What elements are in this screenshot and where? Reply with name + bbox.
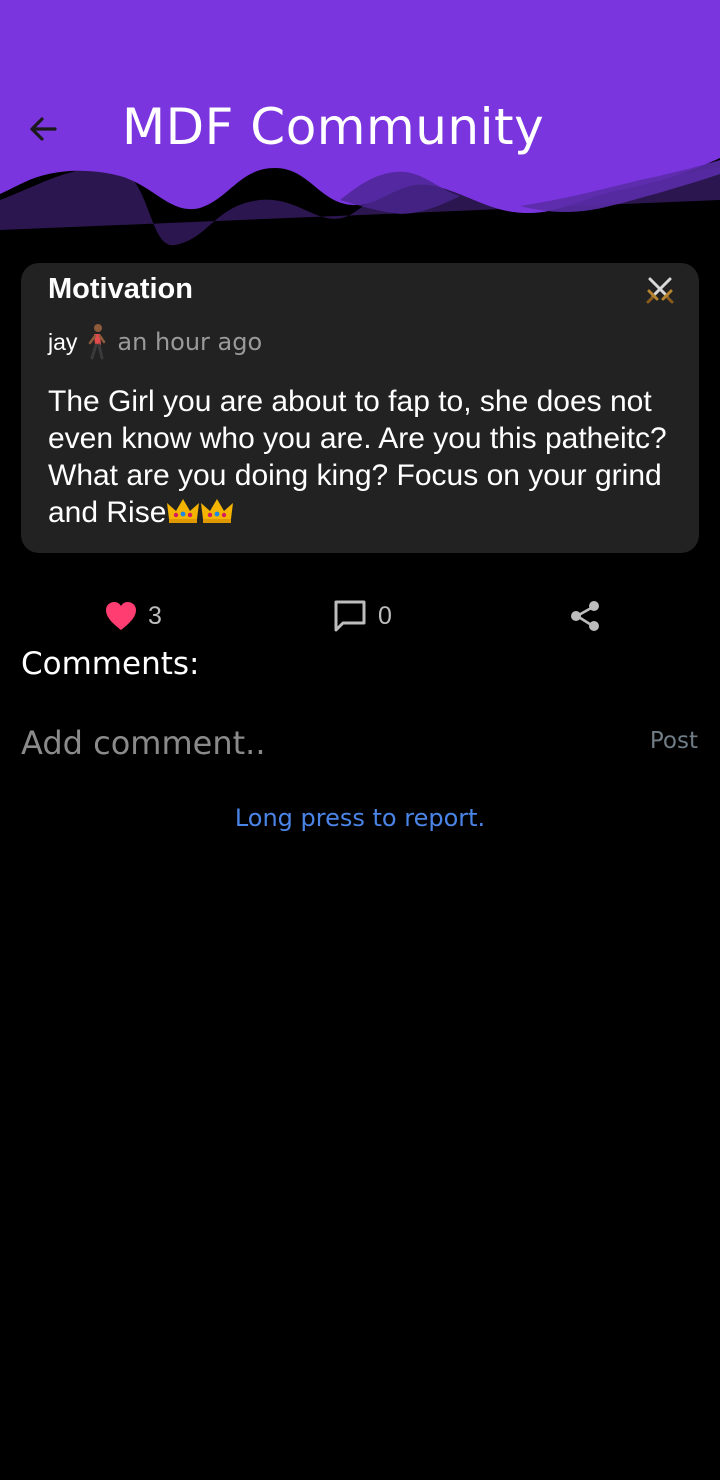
post-card[interactable]: Motivation jay an hour ago The Girl you … <box>21 263 699 553</box>
like-count: 3 <box>148 601 162 630</box>
comment-icon <box>334 600 366 632</box>
page-title: MDF Community <box>122 98 545 156</box>
share-icon <box>571 601 599 631</box>
person-walking-icon <box>89 324 106 360</box>
post-comment-button[interactable]: Post <box>650 728 698 754</box>
comment-input[interactable] <box>21 718 621 768</box>
crown-icon <box>167 499 200 523</box>
comment-count: 0 <box>378 601 392 630</box>
comment-button[interactable]: 0 <box>332 594 392 638</box>
back-button[interactable] <box>22 108 64 150</box>
post-author[interactable]: jay <box>48 329 77 356</box>
like-button[interactable]: 3 <box>104 594 162 638</box>
comments-heading: Comments: <box>21 646 200 682</box>
crown-icon <box>201 499 234 523</box>
share-button[interactable] <box>568 594 602 638</box>
crossed-swords-icon[interactable] <box>645 275 675 305</box>
post-actions: 3 0 <box>0 594 720 638</box>
app-header: MDF Community <box>0 0 720 260</box>
post-meta: jay an hour ago <box>48 323 262 361</box>
post-body: The Girl you are about to fap to, she do… <box>48 383 688 531</box>
post-body-text: The Girl you are about to fap to, she do… <box>48 385 667 529</box>
arrow-left-icon <box>30 117 57 141</box>
post-timestamp: an hour ago <box>117 328 263 356</box>
report-hint: Long press to report. <box>234 804 486 832</box>
post-detail-screen: MDF Community Motivation jay an hour ago… <box>0 0 720 1480</box>
post-category: Motivation <box>48 273 193 305</box>
heart-icon <box>106 602 136 630</box>
